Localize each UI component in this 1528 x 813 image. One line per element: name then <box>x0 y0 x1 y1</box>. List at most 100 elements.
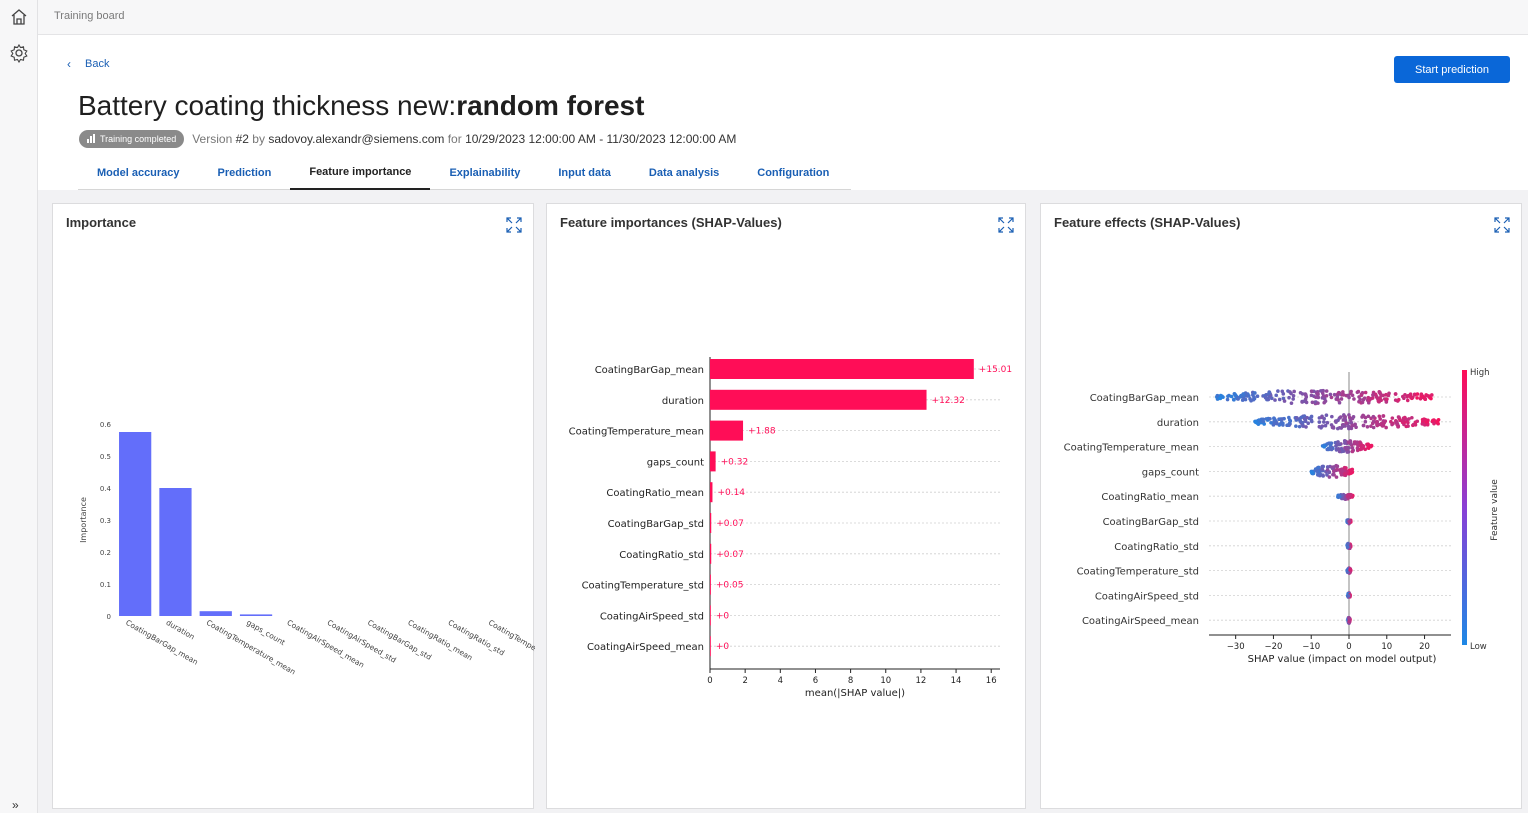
start-prediction-button[interactable]: Start prediction <box>1394 56 1510 83</box>
shap-point <box>1347 620 1352 624</box>
shap-point <box>1317 420 1322 424</box>
y-tick-label: 0.1 <box>100 581 111 589</box>
shap-point <box>1371 414 1376 419</box>
shap-point <box>1380 424 1385 428</box>
back-link[interactable]: ‹ Back <box>67 57 109 71</box>
shap-point <box>1336 390 1341 395</box>
shap-point <box>1302 414 1307 418</box>
bar <box>239 614 273 616</box>
shap-point <box>1316 392 1320 396</box>
date-range: 10/29/2023 12:00:00 AM - 11/30/2023 12:0… <box>465 131 737 146</box>
page-title: Battery coating thickness new:random for… <box>78 90 644 122</box>
tab-data-analysis[interactable]: Data analysis <box>630 156 738 190</box>
x-tick-label: 12 <box>915 676 926 686</box>
shap-point <box>1225 397 1230 402</box>
shap-point <box>1403 415 1407 420</box>
shap-point <box>1316 465 1321 470</box>
data-label: +1.88 <box>748 427 776 437</box>
model-meta: Training completed Version #2 by sadovoy… <box>79 129 736 148</box>
shap-point <box>1215 394 1220 398</box>
shap-point <box>1291 397 1295 401</box>
bar <box>710 636 711 657</box>
shap-point <box>1347 615 1351 620</box>
status-badge: Training completed <box>79 129 185 148</box>
shap-point <box>1310 400 1315 405</box>
maximize-icon[interactable] <box>998 217 1014 233</box>
shap-point <box>1255 394 1260 399</box>
shap-point <box>1274 393 1279 398</box>
shap-point <box>1382 420 1386 425</box>
shap-point <box>1316 401 1320 405</box>
bar <box>710 543 712 564</box>
x-tick-label: duration <box>164 618 196 642</box>
breadcrumb[interactable]: Training board <box>54 10 125 22</box>
top-bar: Training board <box>38 0 1528 35</box>
shap-point <box>1396 397 1401 402</box>
shap-point <box>1332 469 1336 474</box>
version-value: #2 <box>235 131 249 146</box>
x-tick-label: 2 <box>742 676 747 686</box>
shap-point <box>1347 519 1352 524</box>
y-tick-label: CoatingBarGap_mean <box>595 365 704 376</box>
shap-point <box>1348 568 1352 572</box>
by-label: by <box>252 131 265 146</box>
shap-point <box>1292 389 1296 394</box>
shap-point <box>1285 423 1289 428</box>
shap-point <box>1330 414 1334 419</box>
x-tick-label: CoatingAirSpeed_std <box>326 618 398 665</box>
shap-point <box>1409 395 1413 400</box>
shap-point <box>1327 470 1332 475</box>
shap-point <box>1319 425 1323 430</box>
tab-feature-importance[interactable]: Feature importance <box>290 156 431 190</box>
data-label: +0.07 <box>716 519 744 529</box>
shap-point <box>1329 395 1334 400</box>
page-title-model: random forest <box>456 90 645 121</box>
y-tick-label: 0.6 <box>100 421 112 429</box>
shap-point <box>1402 396 1406 401</box>
shap-point <box>1350 449 1355 454</box>
shap-point <box>1419 392 1424 396</box>
shap-point <box>1365 424 1370 429</box>
x-tick-label: 0 <box>707 676 712 686</box>
x-tick-label: 16 <box>986 676 997 686</box>
shap-point <box>1350 446 1355 450</box>
settings-gear-icon[interactable] <box>9 43 29 63</box>
maximize-icon[interactable] <box>506 217 522 233</box>
tab-model-accuracy[interactable]: Model accuracy <box>78 156 199 190</box>
y-tick-label: 0.2 <box>100 549 111 557</box>
shap-point <box>1423 397 1428 401</box>
tab-explainability[interactable]: Explainability <box>430 156 539 190</box>
shap-point <box>1323 423 1328 428</box>
shap-point <box>1391 421 1395 426</box>
bar <box>710 420 744 441</box>
shap-point <box>1303 419 1308 424</box>
x-tick-label: 20 <box>1419 642 1430 652</box>
y-tick-label: CoatingBarGap_std <box>608 519 704 530</box>
shap-point <box>1241 392 1246 396</box>
maximize-icon[interactable] <box>1494 217 1510 233</box>
shap-point <box>1396 415 1401 419</box>
tab-configuration[interactable]: Configuration <box>738 156 848 190</box>
importance-bar-chart: 0 0.1 0.2 0.3 0.4 0.5 0.6 Importance CoatingBarG… <box>79 421 535 677</box>
shap-point <box>1345 445 1349 450</box>
back-label: Back <box>85 58 110 70</box>
shap-point <box>1291 393 1296 398</box>
home-icon[interactable] <box>9 7 29 27</box>
shap-point <box>1367 398 1372 403</box>
shap-point <box>1323 399 1328 403</box>
shap-point <box>1362 396 1367 400</box>
data-label: +0 <box>716 642 730 652</box>
shap-point <box>1268 417 1272 421</box>
shap-point <box>1338 415 1343 419</box>
y-tick-label: CoatingTemperature_mean <box>1064 443 1199 454</box>
panel-title: Feature importances (SHAP-Values) <box>560 215 782 230</box>
chart-bars-icon <box>87 134 95 143</box>
x-tick-label: −30 <box>1227 642 1245 652</box>
shap-point <box>1243 397 1248 402</box>
shap-point <box>1370 396 1375 400</box>
shap-point <box>1277 397 1282 402</box>
tab-prediction[interactable]: Prediction <box>199 156 291 190</box>
expand-rail-icon[interactable]: » <box>12 798 19 812</box>
shap-point <box>1360 400 1365 405</box>
tab-input-data[interactable]: Input data <box>539 156 630 190</box>
